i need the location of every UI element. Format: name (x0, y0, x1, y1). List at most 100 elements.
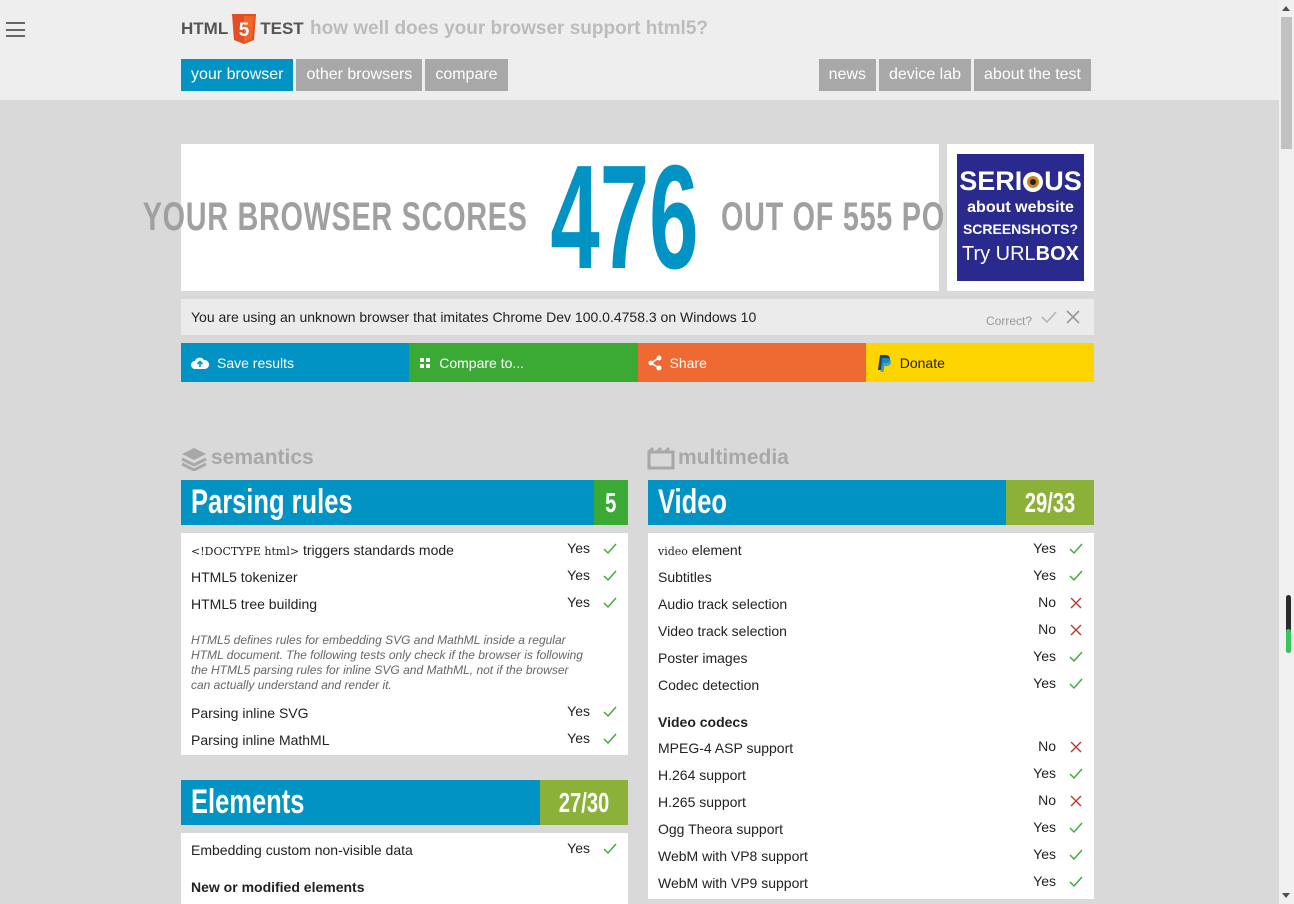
test-label: HTML5 tree building (191, 596, 318, 612)
test-label: Subtitles (658, 569, 712, 585)
test-label: HTML5 tokenizer (191, 569, 298, 585)
nav-news[interactable]: news (818, 59, 876, 91)
site-logo[interactable]: HTML 5 TEST (181, 14, 304, 44)
score-prefix: YOUR BROWSER SCORES (142, 195, 528, 239)
tagline: how well does your browser support html5… (310, 18, 708, 39)
urlbox-ad[interactable]: SERI US about website SCREENSHOTS? Try UR… (957, 154, 1084, 281)
ad-box: BOX (1035, 243, 1080, 265)
test-result: No (1038, 621, 1056, 637)
save-results-button[interactable]: Save results (181, 343, 410, 382)
reject-x-icon[interactable] (1064, 308, 1082, 326)
compare-to-button[interactable]: Compare to... (409, 343, 638, 382)
scrollbar-thumb[interactable] (1281, 17, 1292, 149)
test-result: Yes (567, 703, 590, 719)
check-icon (1069, 678, 1083, 690)
scroll-up-arrow-icon[interactable] (1282, 6, 1290, 11)
scroll-down-arrow-icon[interactable] (1282, 893, 1290, 898)
test-result: Yes (1033, 765, 1056, 781)
check-icon (1069, 822, 1083, 834)
confirm-check-icon[interactable] (1040, 308, 1058, 326)
check-icon (603, 843, 617, 855)
save-results-label: Save results (217, 354, 295, 371)
action-bar: Save results Compare to... Share Donate (181, 343, 1094, 382)
test-row: H.264 support Yes (658, 765, 1084, 785)
browser-info-text: You are using an unknown browser that im… (191, 309, 757, 325)
share-label: Share (669, 354, 707, 371)
nav-about-the-test[interactable]: about the test (974, 59, 1091, 91)
scroll-indicator-green (1286, 629, 1291, 653)
nav-your-browser[interactable]: your browser (181, 59, 294, 91)
parsing-rules-header[interactable]: Parsing rules 5 (181, 480, 628, 525)
check-icon (603, 570, 617, 582)
nav-device-lab[interactable]: device lab (878, 59, 972, 91)
correct-question: Correct? (985, 314, 1032, 328)
video-codecs-subhead: Video codecs (658, 714, 749, 730)
test-result: Yes (1033, 819, 1056, 835)
semantics-section-title: semantics (180, 443, 314, 473)
test-row: <!DOCTYPE html> triggers standards mode … (191, 540, 618, 560)
score-box: YOUR BROWSER SCORES 476 OUT OF 555 POINT… (143, 134, 1012, 300)
semantics-label: semantics (211, 446, 314, 469)
ad-try-url: Try URL (961, 243, 1036, 265)
check-icon (1069, 570, 1083, 582)
test-label: Parsing inline SVG (191, 705, 309, 721)
share-button[interactable]: Share (637, 343, 866, 382)
test-label: Ogg Theora support (658, 821, 784, 837)
logo-five-text: 5 (239, 20, 250, 41)
elements-subhead: New or modified elements (191, 879, 365, 895)
test-label: Codec detection (658, 677, 760, 693)
test-label: WebM with VP8 support (658, 848, 808, 864)
test-label: <!DOCTYPE html> triggers standards mode (191, 542, 454, 558)
video-score-value: 29/33 (1024, 487, 1076, 518)
grid-icon (420, 357, 431, 368)
check-icon (1069, 876, 1083, 888)
semantics-stack-icon (181, 448, 207, 471)
test-row: Parsing inline MathML Yes (191, 730, 618, 750)
test-row: H.265 support No (658, 792, 1084, 812)
cross-icon (1070, 795, 1082, 807)
test-result: Yes (1033, 675, 1056, 691)
nav-compare[interactable]: compare (425, 59, 508, 91)
site-header: HTML 5 TEST how well does your browser s… (0, 0, 1279, 100)
test-label: Parsing inline MathML (191, 732, 330, 748)
donate-label: Donate (899, 354, 945, 371)
test-label: H.264 support (658, 767, 746, 783)
video-header[interactable]: Video 29/33 (648, 480, 1094, 525)
nav-other-browsers[interactable]: other browsers (296, 59, 423, 91)
parsing-rules-score-value: 5 (605, 487, 617, 518)
test-result: No (1038, 594, 1056, 610)
hamburger-menu-icon[interactable] (6, 22, 25, 37)
html5-shield-icon: 5 (232, 14, 257, 44)
elements-score-value: 27/30 (558, 787, 610, 818)
cloud-upload-icon (191, 357, 209, 369)
cross-icon (1070, 624, 1082, 636)
test-result: Yes (1033, 846, 1056, 862)
score-value: 476 (550, 134, 699, 300)
test-label: WebM with VP9 support (658, 875, 808, 891)
test-label: Embedding custom non-visible data (191, 842, 413, 858)
test-result: No (1038, 738, 1056, 754)
donate-button[interactable]: Donate (865, 343, 1094, 382)
check-icon (603, 597, 617, 609)
test-row: Video track selection No (658, 621, 1084, 641)
test-label: Video track selection (658, 623, 787, 639)
elements-header[interactable]: Elements 27/30 (181, 780, 628, 825)
video-title: Video (658, 483, 727, 521)
subhead-row: New or modified elements (191, 877, 618, 897)
multimedia-section-title: multimedia (647, 443, 789, 473)
test-result: Yes (1033, 540, 1056, 556)
doctype-code: <!DOCTYPE html> (191, 545, 300, 558)
elements-body: Embedding custom non-visible data Yes Ne… (181, 833, 628, 904)
test-result: No (1038, 792, 1056, 808)
test-result: Yes (567, 594, 590, 610)
share-icon (648, 355, 661, 370)
page-scrollbar[interactable] (1279, 0, 1294, 904)
ad-line-serious: SERI US (957, 166, 1084, 197)
eye-icon (1023, 172, 1044, 192)
cross-icon (1070, 597, 1082, 609)
browser-info-bar: You are using an unknown browser that im… (181, 299, 1094, 335)
video-score: 29/33 (1005, 480, 1094, 525)
test-result: Yes (567, 540, 590, 556)
multimedia-clapper-icon (647, 446, 675, 470)
test-row: Audio track selection No (658, 594, 1084, 614)
